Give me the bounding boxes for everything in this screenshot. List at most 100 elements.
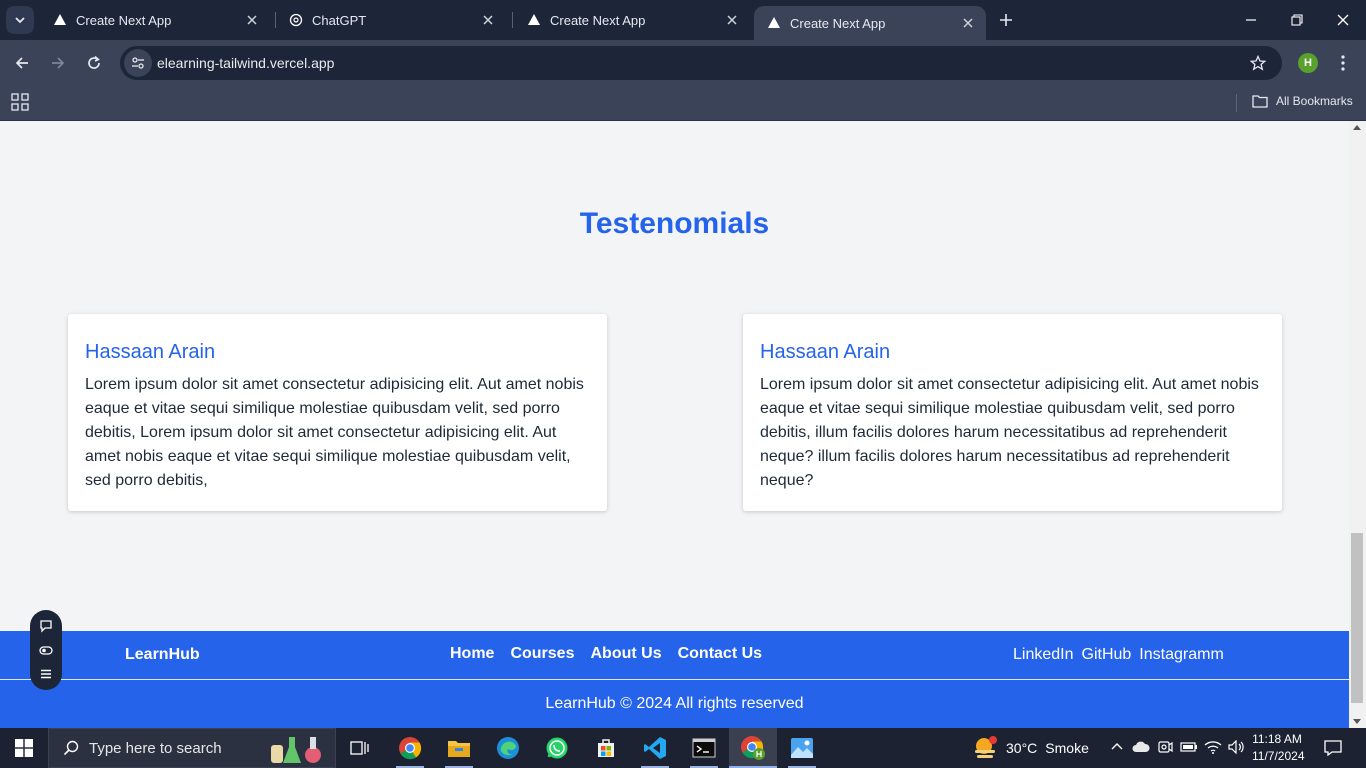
tab-3[interactable]: Create Next App [514, 0, 750, 40]
chrome-profile-icon [741, 736, 765, 760]
toggle-icon[interactable] [39, 643, 53, 657]
chevron-up-icon[interactable] [1108, 738, 1126, 756]
floating-toolbar [30, 610, 62, 690]
footer-social: LinkedIn GitHub Instagramm [1013, 646, 1224, 664]
footer-link-about[interactable]: About Us [590, 645, 661, 663]
tab-1[interactable]: Create Next App [40, 0, 270, 40]
close-icon[interactable] [242, 10, 262, 30]
tab-strip: Create Next App ChatGPT Create Next App … [0, 0, 1366, 40]
taskbar-file-explorer[interactable] [435, 728, 483, 768]
taskbar-vscode[interactable] [631, 728, 679, 768]
chat-icon[interactable] [39, 619, 53, 633]
tab-search-button[interactable] [6, 6, 34, 34]
scroll-down-arrow-icon[interactable] [1353, 719, 1361, 724]
chrome-icon [399, 737, 422, 760]
plus-icon [1000, 14, 1012, 26]
taskbar-chrome-profile[interactable] [729, 728, 777, 768]
close-icon [1337, 14, 1349, 26]
volume-icon[interactable] [1228, 738, 1246, 756]
wifi-icon[interactable] [1204, 738, 1222, 756]
apps-grid-icon[interactable] [11, 93, 29, 111]
clock-date: 11/7/2024 [1252, 749, 1305, 763]
restore-button[interactable] [1274, 0, 1320, 40]
taskbar-edge[interactable] [484, 728, 532, 768]
taskbar-chrome[interactable] [386, 728, 434, 768]
close-icon[interactable] [958, 13, 978, 33]
social-link-github[interactable]: GitHub [1082, 646, 1132, 664]
system-tray [1108, 738, 1246, 756]
footer-brand[interactable]: LearnHub [125, 646, 200, 664]
social-link-instagram[interactable]: Instagramm [1139, 646, 1223, 664]
testimonial-text: Lorem ipsum dolor sit amet consectetur a… [760, 376, 1259, 489]
section-title: Testenomials [579, 207, 770, 240]
close-icon[interactable] [478, 10, 498, 30]
restore-icon [1291, 14, 1303, 26]
footer-link-courses[interactable]: Courses [510, 645, 574, 663]
taskbar-clock[interactable]: 11:18 AM 11/7/2024 [1252, 731, 1305, 765]
bookmarks-bar: All Bookmarks [0, 86, 1366, 121]
weather-condition: Smoke [1045, 740, 1089, 756]
profile-avatar[interactable]: H [1298, 53, 1318, 73]
taskbar-search-box[interactable]: Type here to search [48, 728, 336, 768]
chatgpt-favicon-icon [288, 12, 304, 28]
edge-icon [497, 737, 519, 759]
notifications-button[interactable] [1320, 738, 1346, 758]
browser-toolbar: elearning-tailwind.vercel.app H [0, 40, 1366, 86]
reload-button[interactable] [80, 49, 108, 77]
camera-icon[interactable] [1156, 738, 1174, 756]
tab-4-active[interactable]: Create Next App [754, 6, 986, 40]
tab-title: Create Next App [790, 15, 886, 31]
battery-icon[interactable] [1180, 738, 1198, 756]
whatsapp-icon [546, 737, 568, 759]
tab-title: ChatGPT [312, 12, 367, 28]
page-scrollbar[interactable] [1349, 121, 1366, 728]
footer-link-contact[interactable]: Contact Us [678, 645, 762, 663]
nextjs-favicon-icon [766, 15, 782, 31]
store-icon [598, 739, 614, 757]
forward-button[interactable] [44, 49, 72, 77]
weather-smoke-icon [975, 736, 997, 758]
scroll-thumb[interactable] [1351, 533, 1363, 703]
search-placeholder: Type here to search [89, 739, 222, 757]
start-button[interactable] [0, 728, 48, 768]
footer-nav: Home Courses About Us Contact Us [450, 645, 762, 663]
task-view-icon [350, 741, 369, 755]
all-bookmarks-button[interactable]: All Bookmarks [1252, 94, 1353, 108]
arrow-right-icon [52, 57, 65, 69]
onedrive-cloud-icon[interactable] [1132, 738, 1150, 756]
notification-icon [1324, 740, 1342, 756]
tab-title: Create Next App [76, 12, 172, 28]
close-window-button[interactable] [1320, 0, 1366, 40]
back-button[interactable] [8, 49, 36, 77]
close-icon[interactable] [722, 10, 742, 30]
new-tab-button[interactable] [994, 8, 1018, 32]
testimonial-name: Hassaan Arain [85, 341, 216, 363]
terminal-icon [692, 738, 716, 758]
weather-widget[interactable]: 30°C Smoke [972, 728, 1089, 768]
taskbar-whatsapp[interactable] [533, 728, 581, 768]
bookmark-star-button[interactable] [1248, 53, 1268, 73]
url-text[interactable]: elearning-tailwind.vercel.app [157, 55, 334, 71]
menu-icon[interactable] [39, 667, 53, 681]
tab-2[interactable]: ChatGPT [276, 0, 506, 40]
testimonial-name: Hassaan Arain [760, 341, 891, 363]
windows-logo-icon [15, 739, 33, 757]
taskbar-terminal[interactable] [680, 728, 728, 768]
browser-menu-button[interactable] [1332, 52, 1354, 74]
more-vertical-icon [1341, 55, 1345, 71]
tab-separator [512, 12, 513, 28]
reload-icon [88, 55, 100, 69]
scroll-up-arrow-icon[interactable] [1353, 125, 1361, 130]
footer-link-home[interactable]: Home [450, 645, 494, 663]
address-bar[interactable]: elearning-tailwind.vercel.app [120, 46, 1282, 80]
site-info-button[interactable] [124, 49, 152, 77]
task-view-button[interactable] [336, 728, 384, 768]
taskbar-photos[interactable] [778, 728, 826, 768]
minimize-icon [1246, 19, 1256, 21]
minimize-button[interactable] [1228, 0, 1274, 40]
taskbar-microsoft-store[interactable] [582, 728, 630, 768]
windows-taskbar: Type here to search 30°C Smoke 11:18 AM … [0, 728, 1366, 768]
footer-divider [0, 679, 1349, 680]
social-link-linkedin[interactable]: LinkedIn [1013, 646, 1074, 664]
photos-icon [791, 738, 813, 758]
